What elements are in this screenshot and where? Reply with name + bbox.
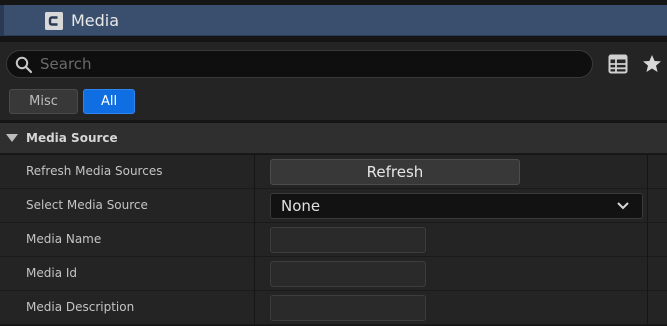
search-icon	[15, 56, 33, 74]
property-label: Select Media Source	[26, 198, 148, 212]
column-divider-right	[647, 291, 648, 325]
class-c-icon	[45, 12, 63, 30]
details-toolbar: Misc All	[0, 42, 667, 120]
filter-all-button[interactable]: All	[83, 89, 135, 114]
section-media-source[interactable]: Media Source	[0, 123, 667, 154]
column-divider-right	[647, 155, 648, 189]
details-tab[interactable]: Media	[0, 5, 667, 36]
chevron-down-icon	[617, 202, 629, 210]
property-row-media-name: Media Name	[0, 223, 667, 257]
media-name-field[interactable]	[270, 227, 426, 253]
column-divider-right	[647, 189, 648, 223]
search-input[interactable]	[40, 54, 580, 74]
property-label: Media Id	[26, 266, 78, 280]
media-source-dropdown[interactable]: None	[270, 193, 643, 219]
property-row-media-description: Media Description	[0, 291, 667, 325]
property-row-media-id: Media Id	[0, 257, 667, 291]
property-label: Refresh Media Sources	[26, 164, 163, 178]
tab-title: Media	[71, 11, 120, 30]
section-title: Media Source	[26, 131, 118, 145]
property-row-select-source: Select Media Source None	[0, 189, 667, 223]
dropdown-value: None	[281, 197, 321, 215]
column-divider[interactable]	[254, 257, 255, 291]
media-id-field[interactable]	[270, 261, 426, 287]
column-divider[interactable]	[254, 189, 255, 223]
property-row-refresh: Refresh Media Sources Refresh	[0, 155, 667, 189]
refresh-button[interactable]: Refresh	[270, 159, 520, 185]
filter-misc-button[interactable]: Misc	[9, 89, 78, 114]
title-bar: Media	[0, 0, 667, 42]
property-label: Media Name	[26, 232, 102, 246]
media-description-field[interactable]	[270, 295, 426, 321]
table-view-icon[interactable]	[608, 54, 628, 74]
column-divider-right	[647, 257, 648, 291]
column-divider[interactable]	[254, 223, 255, 257]
column-divider[interactable]	[254, 291, 255, 325]
column-divider[interactable]	[254, 155, 255, 189]
property-label: Media Description	[26, 300, 135, 314]
column-divider-right	[647, 223, 648, 257]
tab-accent	[0, 5, 4, 36]
collapse-arrow-icon[interactable]	[6, 134, 18, 143]
search-box[interactable]	[6, 50, 593, 78]
star-icon[interactable]	[642, 54, 662, 74]
